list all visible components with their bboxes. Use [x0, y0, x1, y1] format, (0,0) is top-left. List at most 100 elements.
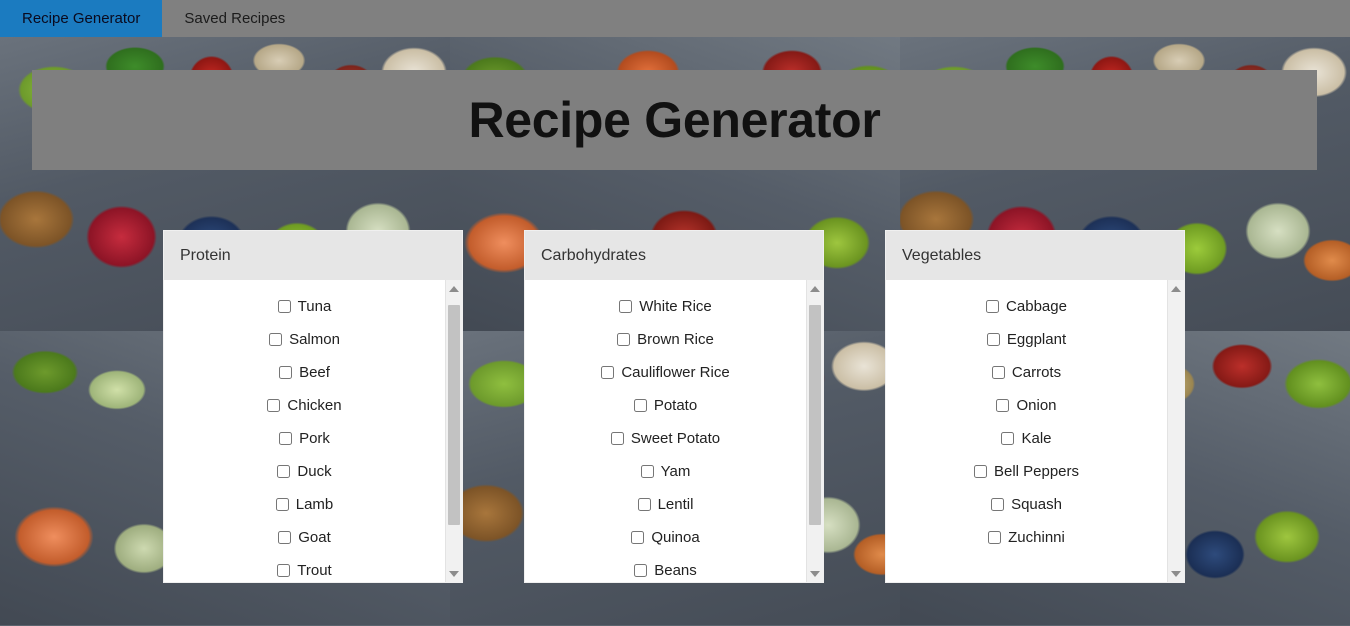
- ingredient-checkbox[interactable]: [619, 300, 633, 313]
- ingredient-item[interactable]: Beans: [525, 554, 806, 582]
- ingredient-label: Beef: [299, 364, 330, 381]
- ingredient-item[interactable]: Zuchinni: [886, 521, 1167, 554]
- ingredient-checkbox[interactable]: [973, 465, 987, 478]
- scroll-up-icon[interactable]: [446, 280, 462, 297]
- scrollbar[interactable]: [445, 280, 462, 582]
- ingredient-label: Pork: [299, 430, 330, 447]
- ingredient-checkbox[interactable]: [278, 531, 292, 544]
- ingredient-checkbox[interactable]: [275, 498, 289, 511]
- ingredient-item[interactable]: Carrots: [886, 356, 1167, 389]
- ingredient-checkbox[interactable]: [640, 465, 654, 478]
- panel-header: Protein: [164, 231, 462, 280]
- ingredient-checkbox[interactable]: [637, 498, 651, 511]
- ingredient-checkbox[interactable]: [601, 366, 615, 379]
- ingredient-label: Eggplant: [1006, 331, 1067, 348]
- category-panel-carbohydrates: Carbohydrates White Rice Brown Rice Caulif…: [524, 230, 824, 583]
- scroll-down-icon[interactable]: [1168, 565, 1184, 582]
- ingredient-item[interactable]: Yam: [525, 455, 806, 488]
- scrollbar[interactable]: [1167, 280, 1184, 582]
- ingredient-item[interactable]: Trout: [164, 554, 445, 582]
- ingredient-item[interactable]: Cauliflower Rice: [525, 356, 806, 389]
- ingredient-item[interactable]: Cabbage: [886, 290, 1167, 323]
- ingredient-item[interactable]: Salmon: [164, 323, 445, 356]
- ingredient-checkbox[interactable]: [631, 531, 645, 544]
- ingredient-item[interactable]: Duck: [164, 455, 445, 488]
- ingredient-checkbox[interactable]: [996, 399, 1010, 412]
- ingredient-label: Trout: [297, 562, 332, 579]
- panel-title: Protein: [180, 246, 231, 264]
- ingredient-label: Bell Peppers: [993, 463, 1080, 480]
- tab-label: Saved Recipes: [184, 10, 286, 27]
- ingredient-checkbox[interactable]: [279, 432, 293, 445]
- ingredient-checkbox[interactable]: [279, 366, 293, 379]
- ingredient-item[interactable]: Onion: [886, 389, 1167, 422]
- ingredient-item[interactable]: Goat: [164, 521, 445, 554]
- ingredient-checkbox[interactable]: [988, 531, 1002, 544]
- ingredient-label: Yam: [660, 463, 691, 480]
- panel-body: White Rice Brown Rice Cauliflower Rice Pota…: [525, 280, 823, 582]
- ingredient-checkbox[interactable]: [991, 498, 1005, 511]
- ingredient-checkbox[interactable]: [277, 564, 291, 577]
- ingredient-label: Zuchinni: [1008, 529, 1065, 546]
- ingredient-item[interactable]: Potato: [525, 389, 806, 422]
- scrollbar-thumb[interactable]: [448, 305, 460, 525]
- ingredient-item[interactable]: Tuna: [164, 290, 445, 323]
- scrollbar-thumb[interactable]: [809, 305, 821, 525]
- scroll-up-icon[interactable]: [807, 280, 823, 297]
- ingredient-item[interactable]: Beef: [164, 356, 445, 389]
- ingredient-item[interactable]: Pork: [164, 422, 445, 455]
- ingredient-item[interactable]: Eggplant: [886, 323, 1167, 356]
- ingredient-checkbox[interactable]: [986, 333, 1000, 346]
- scrollbar[interactable]: [806, 280, 823, 582]
- ingredient-item[interactable]: Quinoa: [525, 521, 806, 554]
- ingredient-checkbox[interactable]: [267, 399, 281, 412]
- ingredient-label: Cabbage: [1006, 298, 1067, 315]
- ingredient-checkbox[interactable]: [617, 333, 631, 346]
- ingredient-label: Brown Rice: [637, 331, 714, 348]
- ingredient-label: Squash: [1011, 496, 1062, 513]
- category-panel-protein: Protein Tuna Salmon Beef Chicken Pork Duck Lam…: [163, 230, 463, 583]
- ingredient-checkbox[interactable]: [277, 300, 291, 313]
- ingredient-item[interactable]: Lentil: [525, 488, 806, 521]
- ingredient-label: Quinoa: [651, 529, 700, 546]
- ingredient-item[interactable]: Chicken: [164, 389, 445, 422]
- ingredient-label: Potato: [653, 397, 698, 414]
- ingredient-checkbox[interactable]: [634, 564, 648, 577]
- ingredient-item[interactable]: Lamb: [164, 488, 445, 521]
- ingredient-label: Goat: [298, 529, 331, 546]
- tab-saved-recipes[interactable]: Saved Recipes: [162, 0, 307, 37]
- ingredient-label: Beans: [654, 562, 697, 579]
- tab-bar: Recipe Generator Saved Recipes: [0, 0, 1350, 37]
- ingredient-checkbox[interactable]: [610, 432, 624, 445]
- ingredient-list: White Rice Brown Rice Cauliflower Rice Pota…: [525, 280, 806, 582]
- panel-title: Vegetables: [902, 246, 982, 264]
- ingredient-item[interactable]: Bell Peppers: [886, 455, 1167, 488]
- ingredient-item[interactable]: White Rice: [525, 290, 806, 323]
- page-root: Recipe Generator Saved Recipes Recipe Ge…: [0, 0, 1350, 626]
- ingredient-checkbox[interactable]: [991, 366, 1005, 379]
- ingredient-item[interactable]: Sweet Potato: [525, 422, 806, 455]
- ingredient-checkbox[interactable]: [1001, 432, 1015, 445]
- ingredient-item[interactable]: Kale: [886, 422, 1167, 455]
- panel-header: Vegetables: [886, 231, 1184, 280]
- ingredient-label: Onion: [1016, 397, 1057, 414]
- ingredient-checkbox[interactable]: [986, 300, 1000, 313]
- panel-body: Cabbage Eggplant Carrots Onion Kale Bell Pepp…: [886, 280, 1184, 582]
- page-title: Recipe Generator: [468, 92, 881, 148]
- tab-recipe-generator[interactable]: Recipe Generator: [0, 0, 163, 37]
- ingredient-label: Chicken: [287, 397, 342, 414]
- scroll-up-icon[interactable]: [1168, 280, 1184, 297]
- scroll-down-icon[interactable]: [446, 565, 462, 582]
- ingredient-label: Lentil: [657, 496, 694, 513]
- ingredient-checkbox[interactable]: [633, 399, 647, 412]
- ingredient-list: Tuna Salmon Beef Chicken Pork Duck Lamb Goat Tro…: [164, 280, 445, 582]
- ingredient-item[interactable]: Brown Rice: [525, 323, 806, 356]
- ingredient-label: Tuna: [297, 298, 332, 315]
- ingredient-checkbox[interactable]: [277, 465, 291, 478]
- ingredient-item[interactable]: Squash: [886, 488, 1167, 521]
- ingredient-checkbox[interactable]: [269, 333, 283, 346]
- category-panel-vegetables: Vegetables Cabbage Eggplant Carrots Onion Ka…: [885, 230, 1185, 583]
- ingredient-label: Salmon: [289, 331, 340, 348]
- ingredient-label: Carrots: [1011, 364, 1062, 381]
- scroll-down-icon[interactable]: [807, 565, 823, 582]
